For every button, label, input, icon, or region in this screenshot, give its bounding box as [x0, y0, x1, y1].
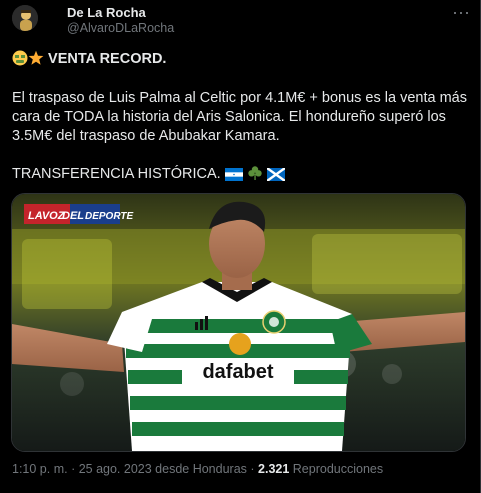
jersey-sponsor: dafabet — [202, 361, 273, 383]
tweet-text-line-3: 3.5M€ del traspaso de Abubakar Kamara. — [12, 128, 280, 144]
watermark-right: DEPORTE — [85, 211, 133, 222]
tweet-media-image[interactable]: dafabet LAVOZ DEL DEPORTE — [11, 193, 466, 452]
views-count[interactable]: 2.321 — [258, 462, 289, 476]
tweet-text-line-1: El traspaso de Luis Palma al Celtic por … — [12, 90, 467, 106]
avatar-image — [12, 5, 38, 31]
meta-separator: · — [246, 462, 259, 476]
views-label: Reproducciones — [289, 462, 384, 476]
more-icon[interactable]: ⋯ — [452, 3, 471, 24]
tweet-text-line-2: cara de TODA la historia del Aris Saloni… — [12, 109, 446, 125]
meta-separator: · — [67, 462, 79, 476]
tweet-card[interactable]: De La Rocha @AlvaroDLaRocha ⋯ VENTA RECO… — [0, 0, 481, 493]
tweet-time[interactable]: 1:10 p. m. — [12, 462, 68, 476]
tweet-closing: TRANSFERENCIA HISTÓRICA. — [12, 166, 221, 182]
display-name[interactable]: De La Rocha — [67, 5, 146, 20]
watermark-mid: DEL — [62, 210, 84, 222]
tweet-headline-line: VENTA RECORD. — [12, 50, 166, 72]
watermark-logo: LAVOZ DEL DEPORTE — [24, 204, 133, 224]
tweet-date[interactable]: 25 ago. 2023 desde Honduras — [79, 462, 247, 476]
tweet-closing-line: TRANSFERENCIA HISTÓRICA. — [12, 165, 286, 187]
honduras-flag — [224, 168, 243, 187]
money-mouth-face-emoji — [12, 50, 28, 72]
watermark-left: LAVOZ — [28, 210, 66, 222]
tweet-headline: VENTA RECORD. — [48, 51, 167, 67]
handle[interactable]: @AlvaroDLaRocha — [67, 21, 174, 35]
media-photo: dafabet LAVOZ DEL DEPORTE — [12, 194, 465, 451]
tweet-meta: 1:10 p. m. · 25 ago. 2023 desde Honduras… — [12, 462, 383, 476]
scotland-flag — [266, 167, 286, 187]
shamrock-emoji — [247, 165, 263, 187]
avatar[interactable] — [12, 5, 38, 31]
star-emoji — [28, 50, 44, 72]
